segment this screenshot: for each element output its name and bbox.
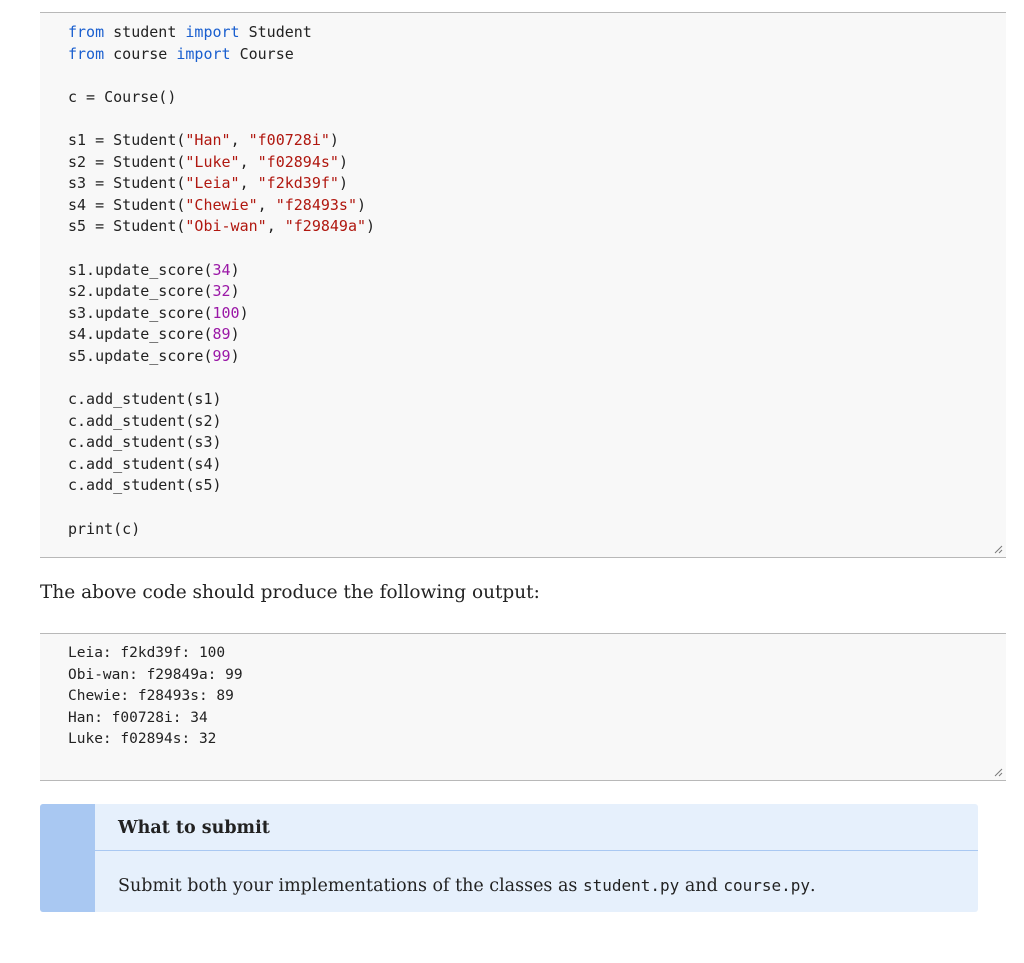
- filename-course: course.py: [723, 876, 811, 895]
- code-line: c.add_student(s2): [68, 412, 222, 430]
- code-line: s2.update_score(32): [68, 282, 240, 300]
- code-token: course: [104, 44, 177, 63]
- code-token: c.add_student(s3): [68, 433, 222, 452]
- resize-grip-icon[interactable]: [994, 768, 1003, 777]
- code-token: c.add_student(s2): [68, 411, 222, 430]
- code-token: 32: [212, 282, 231, 301]
- code-token: ): [239, 303, 249, 322]
- code-token: "f29849a": [284, 217, 367, 236]
- code-example-block[interactable]: from student import Student from course …: [40, 12, 1006, 558]
- code-token: 89: [212, 325, 231, 344]
- code-token: ): [230, 260, 240, 279]
- code-line: s5.update_score(99): [68, 347, 240, 365]
- code-line: c.add_student(s3): [68, 433, 222, 451]
- code-token: s3 = Student(: [68, 174, 186, 193]
- code-line: c.add_student(s5): [68, 476, 222, 494]
- code-token: 99: [212, 346, 231, 365]
- code-token: from: [68, 23, 105, 41]
- code-token: ): [357, 195, 367, 214]
- code-token: s4.update_score(: [68, 325, 213, 344]
- callout-body-suffix: .: [810, 876, 816, 896]
- filename-student: student.py: [582, 876, 680, 895]
- code-token: ,: [257, 195, 276, 214]
- code-token: ): [230, 325, 240, 344]
- code-token: "Han": [185, 130, 231, 149]
- code-token: s3.update_score(: [68, 303, 213, 322]
- code-token: Course: [230, 44, 294, 63]
- code-token: "Obi-wan": [185, 217, 267, 236]
- code-token: ): [366, 217, 376, 236]
- code-token: "Leia": [185, 174, 240, 193]
- code-token: student: [104, 23, 186, 41]
- output-line: Obi-wan: f29849a: 99: [68, 666, 243, 683]
- code-token: ,: [239, 174, 258, 193]
- code-token: "Chewie": [185, 195, 258, 214]
- output-line: Chewie: f28493s: 89: [68, 688, 234, 705]
- output-example-text[interactable]: Leia: f2kd39f: 100 Obi-wan: f29849a: 99 …: [68, 643, 243, 751]
- code-token: s1.update_score(: [68, 260, 213, 279]
- code-token: s1 = Student(: [68, 130, 186, 149]
- callout-body: Submit both your implementations of the …: [118, 876, 816, 896]
- code-line: s2 = Student("Luke", "f02894s"): [68, 153, 348, 171]
- code-token: ): [230, 282, 240, 301]
- code-token: c = Course(): [68, 87, 177, 106]
- output-line: Luke: f02894s: 32: [68, 731, 217, 748]
- code-line: from student import Student: [68, 23, 312, 41]
- output-line: Han: f00728i: 34: [68, 709, 208, 726]
- code-token: 34: [212, 260, 231, 279]
- code-token: c.add_student(s5): [68, 476, 222, 495]
- code-line: s3 = Student("Leia", "f2kd39f"): [68, 174, 348, 192]
- what-to-submit-callout: What to submit Submit both your implemen…: [40, 804, 978, 912]
- code-token: s2 = Student(: [68, 152, 186, 171]
- code-token: ): [338, 174, 348, 193]
- code-line: c.add_student(s1): [68, 390, 222, 408]
- code-token: ): [338, 152, 348, 171]
- code-line: c = Course(): [68, 88, 176, 106]
- code-token: "f02894s": [257, 152, 339, 171]
- code-example-text[interactable]: from student import Student from course …: [68, 22, 375, 540]
- code-line: s1 = Student("Han", "f00728i"): [68, 131, 339, 149]
- code-token: c.add_student(s4): [68, 454, 222, 473]
- code-line: from course import Course: [68, 45, 294, 63]
- code-token: Student: [239, 23, 312, 41]
- code-token: ): [230, 346, 240, 365]
- output-line: Leia: f2kd39f: 100: [68, 645, 226, 661]
- code-token: c.add_student(s1): [68, 390, 222, 409]
- code-token: 100: [212, 303, 240, 322]
- code-token: print(c): [68, 519, 141, 538]
- code-token: s2.update_score(: [68, 282, 213, 301]
- code-line: s1.update_score(34): [68, 261, 240, 279]
- callout-divider: [95, 850, 978, 851]
- code-token: ,: [266, 217, 285, 236]
- code-token: import: [185, 23, 240, 41]
- code-token: ): [329, 130, 339, 149]
- code-token: ,: [230, 130, 249, 149]
- code-token: "f2kd39f": [257, 174, 339, 193]
- code-line: s4.update_score(89): [68, 325, 240, 343]
- code-token: s4 = Student(: [68, 195, 186, 214]
- code-token: s5 = Student(: [68, 217, 186, 236]
- code-token: s5.update_score(: [68, 346, 213, 365]
- code-line: c.add_student(s4): [68, 455, 222, 473]
- code-line: s4 = Student("Chewie", "f28493s"): [68, 196, 366, 214]
- resize-grip-icon[interactable]: [994, 545, 1003, 554]
- code-token: import: [176, 44, 231, 63]
- code-line: print(c): [68, 520, 140, 538]
- callout-title: What to submit: [118, 818, 270, 838]
- code-token: "f00728i": [248, 130, 330, 149]
- output-example-block[interactable]: Leia: f2kd39f: 100 Obi-wan: f29849a: 99 …: [40, 633, 1006, 781]
- callout-body-and: and: [679, 876, 724, 896]
- code-token: ,: [239, 152, 258, 171]
- code-line: s5 = Student("Obi-wan", "f29849a"): [68, 217, 375, 235]
- code-token: "Luke": [185, 152, 240, 171]
- callout-body-prefix: Submit both your implementations of the …: [118, 876, 583, 896]
- output-intro-text: The above code should produce the follow…: [40, 582, 540, 603]
- callout-accent-bar: [40, 804, 95, 912]
- code-token: from: [68, 44, 105, 63]
- code-token: "f28493s": [275, 195, 357, 214]
- code-line: s3.update_score(100): [68, 304, 249, 322]
